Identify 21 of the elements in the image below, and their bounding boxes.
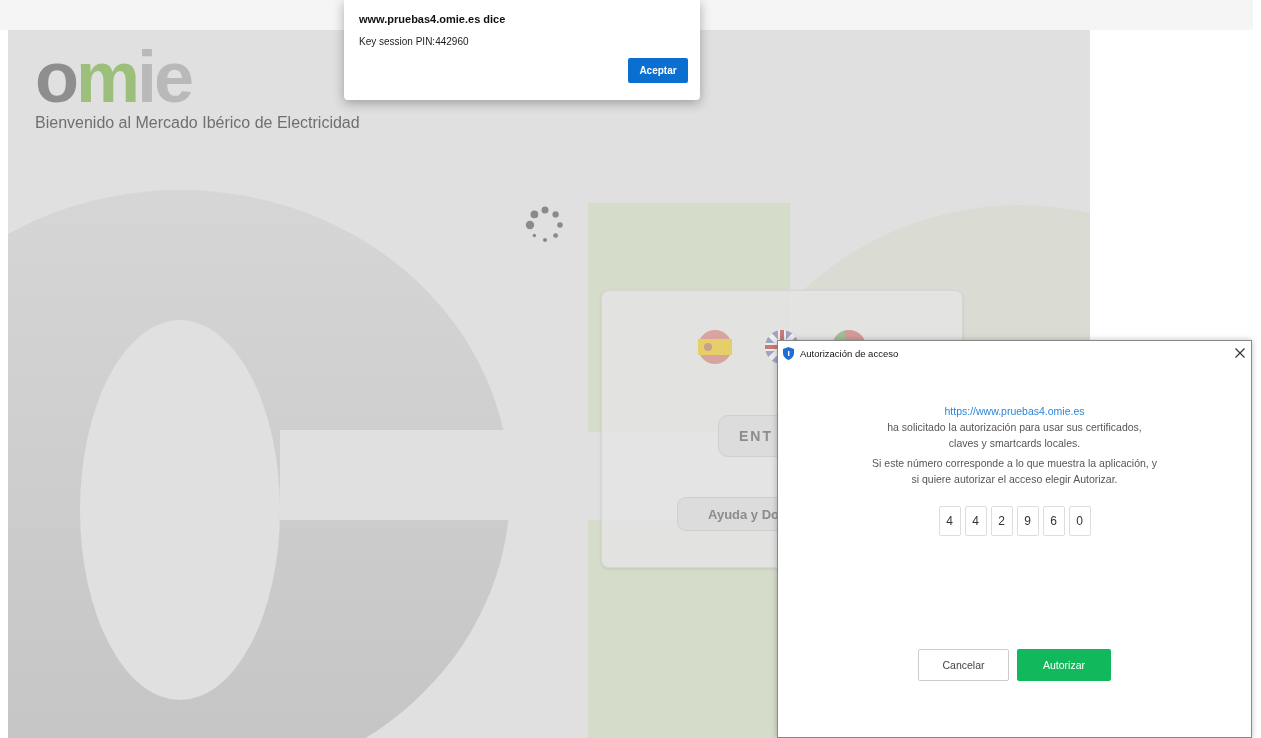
pin-digit: 4 — [938, 506, 961, 536]
accept-button[interactable]: Aceptar — [628, 58, 688, 83]
instruction-text-line: si quiere autorizar el acceso elegir Autorizar. — [911, 472, 1118, 487]
site-url-link[interactable]: https://www.pruebas4.omie.es — [944, 403, 1085, 419]
request-text-line: ha solicitado la autorización para usar sus certificados, — [887, 420, 1142, 435]
pin-digit: 4 — [964, 506, 987, 536]
shield-icon — [783, 346, 794, 360]
instruction-text-line: Si este número corresponde a lo que muestra la aplicación, y — [872, 456, 1157, 471]
pin-digit: 6 — [1042, 506, 1065, 536]
pin-digit: 9 — [1016, 506, 1039, 536]
alert-message: Key session PIN:442960 — [359, 36, 470, 47]
dialog-title: Autorización de acceso — [800, 347, 900, 359]
alert-title: www.pruebas4.omie.es dice — [359, 13, 507, 25]
pin-digit: 0 — [1068, 506, 1091, 536]
authorize-button[interactable]: Autorizar — [1017, 649, 1111, 681]
pin-digit: 2 — [990, 506, 1013, 536]
close-icon[interactable] — [1235, 348, 1245, 358]
cancel-button[interactable]: Cancelar — [918, 649, 1009, 681]
loading-spinner-icon — [525, 205, 565, 245]
request-text-line: claves y smartcards locales. — [948, 436, 1081, 451]
tagline: Bienvenido al Mercado Ibérico de Electricidad — [35, 114, 360, 132]
